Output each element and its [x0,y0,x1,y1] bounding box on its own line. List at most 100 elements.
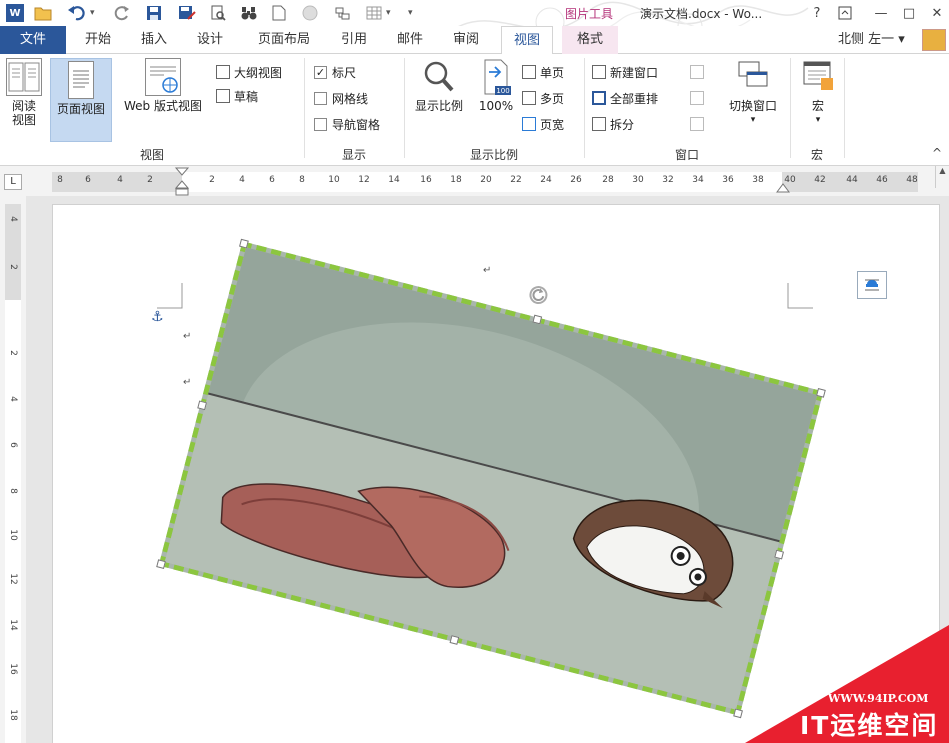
word-logo-icon[interactable]: W [6,4,24,22]
multiple-pages-icon [522,91,536,105]
switch-windows-icon [736,58,770,96]
paragraph-mark: ↵ [183,377,192,388]
gridlines-checkbox[interactable]: 网格线 [314,88,368,108]
ruler-label: 标尺 [332,65,357,80]
ruler-tick-label: 28 [602,175,614,185]
web-layout-button[interactable]: Web 版式视图 [114,58,212,113]
resize-handle-bottom-right[interactable] [733,708,743,719]
resize-handle-bottom[interactable] [449,635,460,645]
page-width-button[interactable]: 页宽 [522,114,564,134]
redo-icon[interactable] [114,4,130,22]
picture-tools-context-label: 图片工具 [565,7,614,21]
print-layout-button[interactable]: 页面视图 [50,58,112,142]
one-page-button[interactable]: 单页 [522,62,564,82]
horizontal-ruler[interactable]: L 8 6 4 2 2 4 6 8 10 12 14 16 18 20 22 24 26 28 30 32 34 36 38… [0,166,949,196]
ruler-check-mark: ✓ [314,65,327,79]
save-icon[interactable] [146,4,162,22]
avatar[interactable] [922,29,946,51]
new-window-label: 新建窗口 [610,65,659,80]
close-button[interactable]: ✕ [926,2,948,24]
draft-view-button[interactable]: 草稿 [216,86,258,106]
switch-windows-button[interactable]: 切换窗口 ▾ [720,58,786,127]
new-document-icon[interactable] [272,4,286,22]
outline-view-button[interactable]: 大纲视图 [216,62,282,82]
circle-shape-icon[interactable] [302,4,318,22]
ruler-tick-label: 6 [8,442,18,448]
switch-windows-label: 切换窗口 [728,99,777,113]
tab-references[interactable]: 引用 [332,26,376,54]
ruler-tick-label: 2 [8,264,18,270]
ruler-checkbox[interactable]: ✓ 标尺 [314,62,356,82]
print-preview-icon[interactable] [210,4,226,22]
read-mode-label-line2: 视图 [11,113,36,127]
ruler-tick-label: 10 [8,529,18,541]
print-layout-label: 页面视图 [56,102,105,116]
synchronous-scrolling-button[interactable] [690,88,708,108]
ruler-tick-label: 44 [846,175,858,185]
tab-format[interactable]: 格式 [562,26,618,54]
reset-window-position-button[interactable] [690,114,708,134]
tab-view[interactable]: 视图 [501,26,553,55]
ruler-tick-label: 4 [117,175,123,185]
navigation-pane-checkbox[interactable]: 导航窗格 [314,114,380,134]
tab-mailings[interactable]: 邮件 [388,26,432,54]
rotate-handle-icon[interactable] [527,284,550,307]
vertical-ruler[interactable]: 4 2 2 4 6 8 10 12 14 16 18 [0,196,26,743]
indent-markers-icon[interactable] [174,166,190,198]
page-100-icon: 100 [479,58,513,96]
group-label-views: 视图 [139,148,164,162]
table-icon[interactable] [366,4,384,22]
ribbon-display-options-icon[interactable] [834,2,856,24]
tab-home[interactable]: 开始 [76,26,120,54]
macros-icon [801,58,835,96]
side-by-side-icon [690,65,704,79]
tab-file[interactable]: 文件 [0,26,66,54]
new-window-icon [592,65,606,79]
navigation-pane-label: 导航窗格 [332,117,381,132]
undo-icon[interactable] [68,4,88,22]
ruler-tick-label: 6 [85,175,91,185]
minimize-button[interactable]: — [870,2,892,24]
customize-qat-icon[interactable]: ▾ [408,4,413,22]
ruler-tick-label: 10 [328,175,340,185]
multiple-pages-button[interactable]: 多页 [522,88,564,108]
zoom-100-button[interactable]: 100 100% [474,58,518,113]
anchor-icon[interactable]: ⚓ [151,309,164,325]
layout-options-button[interactable] [857,271,887,299]
undo-dropdown-icon[interactable]: ▾ [90,4,95,22]
help-button[interactable]: ? [806,2,828,24]
save-as-icon[interactable] [178,4,196,22]
macros-button[interactable]: 宏 ▾ [796,58,840,127]
zoom-100-label: 100% [478,99,514,113]
open-folder-icon[interactable] [34,4,52,22]
arrange-all-icon [592,91,606,105]
split-button[interactable]: 拆分 [592,114,634,134]
tab-page-layout[interactable]: 页面布局 [246,26,322,54]
user-account-name[interactable]: 北侧 左一 ▾ [838,26,905,54]
tab-selector-button[interactable]: L [4,174,22,190]
tab-review[interactable]: 审阅 [444,26,488,54]
group-separator [304,58,305,158]
resize-handle-top-right[interactable] [816,388,826,398]
tab-insert[interactable]: 插入 [132,26,176,54]
scroll-up-arrow-icon[interactable]: ▲ [935,166,949,188]
arrange-all-button[interactable]: 全部重排 [592,88,658,108]
tab-design[interactable]: 设计 [188,26,232,54]
selected-picture[interactable] [156,238,826,719]
collapse-ribbon-button[interactable]: ^ [932,146,942,160]
zoom-button[interactable]: 显示比例 [408,58,470,113]
table-dropdown-icon[interactable]: ▾ [386,4,391,22]
view-side-by-side-button[interactable] [690,62,708,82]
read-mode-button[interactable]: 阅读 视图 [4,58,44,127]
new-window-button[interactable]: 新建窗口 [592,62,658,82]
find-binoculars-icon[interactable] [240,4,258,22]
resize-handle-right[interactable] [774,549,785,560]
macros-dropdown-icon: ▾ [815,115,821,125]
group-separator [790,58,791,158]
right-indent-marker-icon[interactable] [776,178,790,194]
ruler-tick-label: 14 [8,619,18,631]
resize-handle-bottom-left[interactable] [156,559,166,569]
document-map-icon[interactable] [334,4,352,22]
maximize-button[interactable]: □ [898,2,920,24]
switch-windows-dropdown-icon: ▾ [750,115,756,125]
